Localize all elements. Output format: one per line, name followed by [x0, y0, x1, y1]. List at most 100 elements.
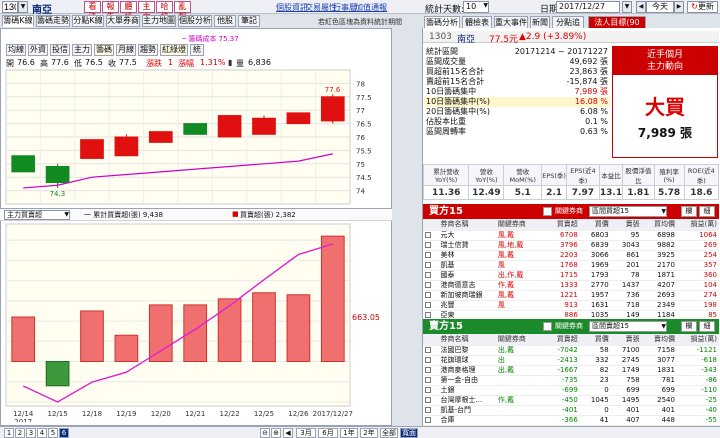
toggle-trend[interactable]: 趨勢: [138, 44, 158, 56]
table-row[interactable]: 瑞士信貸 風,地,戴 3796 6839 3043 9882 269: [423, 240, 719, 251]
broker-name[interactable]: 第一金-自由: [438, 375, 496, 386]
tab-force-map[interactable]: 主力地圖: [142, 15, 176, 27]
broker-name[interactable]: 港商德意志: [438, 280, 496, 291]
wide-view-button[interactable]: 寬面: [400, 428, 418, 438]
report-button[interactable]: 報告: [102, 1, 119, 21]
page-5-button[interactable]: 5: [48, 428, 58, 438]
rumor-button[interactable]: 亂報: [174, 1, 191, 21]
stock-info-link[interactable]: 個股資訊: [276, 2, 308, 13]
symbol-input[interactable]: [2, 1, 18, 13]
symbol-dropdown-button[interactable]: ▼: [18, 1, 28, 13]
toggle-trust[interactable]: 投信: [50, 44, 70, 56]
table-row[interactable]: 第一金-自由 -735 23 758 781 -86: [423, 375, 719, 386]
checkbox[interactable]: [543, 207, 552, 216]
zoom-in-icon[interactable]: ⊕: [271, 428, 281, 438]
checkbox[interactable]: [543, 322, 552, 331]
detail-button[interactable]: 細: [699, 321, 715, 332]
row-checkbox[interactable]: [423, 290, 439, 301]
view-button[interactable]: 看法: [84, 1, 101, 21]
tab-notes[interactable]: 筆記: [238, 15, 260, 27]
main-force-button[interactable]: 主力: [138, 1, 155, 21]
row-checkbox[interactable]: [423, 415, 439, 426]
row-checkbox[interactable]: [423, 280, 439, 291]
next-day-icon[interactable]: ▶: [674, 1, 684, 13]
scroll-left-icon[interactable]: ◀: [283, 428, 293, 438]
broker-name[interactable]: 國泰: [438, 270, 496, 281]
row-checkbox[interactable]: [423, 375, 439, 386]
tab-other-stock[interactable]: 他股: [214, 15, 236, 27]
table-row[interactable]: 花旗環球出 -2413 332 2745 3077 -618: [423, 355, 719, 366]
table-row[interactable]: 兆豐風 913 1631 718 2349 198: [423, 300, 719, 311]
broker-name[interactable]: 法國巴黎: [438, 345, 496, 356]
tab-big-broker[interactable]: 大單券商: [106, 15, 140, 27]
checkup-button[interactable]: 體檢: [120, 1, 137, 21]
table-row[interactable]: 法國巴黎 出,戴 -7042 58 7100 7158 -1121: [423, 345, 719, 356]
toggle-ma[interactable]: 均線: [6, 44, 26, 56]
toggle-traffic-light[interactable]: 紅綠燈: [160, 44, 188, 56]
broker-name[interactable]: 兆豐: [438, 300, 496, 311]
broker-name[interactable]: 元大: [438, 230, 496, 241]
page-2-button[interactable]: 2: [15, 428, 25, 438]
table-row[interactable]: 土銀 -699 0 699 699 -110: [423, 385, 719, 396]
broker-name[interactable]: 台灣摩根士...: [438, 395, 496, 406]
toggle-foreign[interactable]: 外資: [28, 44, 48, 56]
row-checkbox[interactable]: [423, 230, 439, 241]
page-3-button[interactable]: 3: [26, 428, 36, 438]
calendar-link[interactable]: 行事曆: [333, 2, 357, 13]
broker-name[interactable]: 凱基: [438, 260, 496, 271]
toggle-stat[interactable]: 統: [190, 44, 204, 56]
row-checkbox[interactable]: [423, 385, 439, 396]
table-row[interactable]: 國泰 出,作,戴 1715 1793 78 1871 360: [423, 270, 719, 281]
row-checkbox[interactable]: [423, 270, 439, 281]
table-row[interactable]: 港商德意志 作,戴 1333 2770 1437 4207 104: [423, 280, 719, 291]
broker-name[interactable]: 花旗環球: [438, 355, 496, 366]
row-checkbox[interactable]: [423, 405, 439, 416]
premium-notice-link[interactable]: 加值通報: [355, 2, 387, 13]
range-all-button[interactable]: 全部: [380, 428, 398, 438]
broker-name[interactable]: 新加坡商瑞銀: [438, 290, 496, 301]
tab-chip-kline[interactable]: 籌碼K線: [2, 15, 34, 27]
toggle-main[interactable]: 主力: [72, 44, 92, 56]
page-4-button[interactable]: 4: [37, 428, 47, 438]
row-checkbox[interactable]: [423, 355, 439, 366]
toggle-month[interactable]: 月線: [116, 44, 136, 56]
range-2y-button[interactable]: 2年: [360, 428, 378, 438]
refresh-button[interactable]: ↻更新: [687, 1, 718, 13]
row-checkbox[interactable]: [423, 240, 439, 251]
indicator-select[interactable]: 主力買賣超 ▼: [4, 210, 70, 220]
page-1-button[interactable]: 1: [4, 428, 14, 438]
table-row[interactable]: 凱基-台門 -401 0 401 401 -40: [423, 405, 719, 416]
zoom-out-icon[interactable]: ⊖: [260, 428, 270, 438]
date-input[interactable]: 2017/12/27: [556, 1, 620, 13]
range-1y-button[interactable]: 1年: [340, 428, 358, 438]
table-row[interactable]: 港商麥格理 出,戴 -1667 82 1749 1831 -343: [423, 365, 719, 376]
today-button[interactable]: 今天: [646, 1, 674, 13]
page-6-button[interactable]: 6: [59, 428, 69, 438]
table-row[interactable]: 新加坡商瑞銀 風,戴 1221 1957 736 2693 274: [423, 290, 719, 301]
column-button[interactable]: 欄: [681, 206, 697, 217]
broker-name[interactable]: 瑞士信貸: [438, 240, 496, 251]
broker-name[interactable]: 凱基-台門: [438, 405, 496, 416]
column-button[interactable]: 欄: [681, 321, 697, 332]
stats-days-select[interactable]: 10 ▼: [463, 1, 489, 13]
table-row[interactable]: 凱基風 1768 1969 201 2170 357: [423, 260, 719, 271]
table-row[interactable]: 元大 風,戴 6708 6803 95 6898 1064: [423, 230, 719, 241]
range-6m-button[interactable]: 6月: [318, 428, 338, 438]
tab-branch-kline[interactable]: 分點K線: [72, 15, 104, 27]
tab-chip-trend[interactable]: 籌碼走勢: [36, 15, 70, 27]
broker-name[interactable]: 港商麥格理: [438, 365, 496, 376]
buy-filter-select[interactable]: 區間買超15 ▼: [589, 206, 667, 217]
prev-day-icon[interactable]: ◀: [636, 1, 646, 13]
detail-button[interactable]: 細: [699, 206, 715, 217]
tab-stock-analysis[interactable]: 個股分析: [178, 15, 212, 27]
table-row[interactable]: 台灣摩根士... 作,戴 -450 1045 1495 2540 -25: [423, 395, 719, 406]
table-row[interactable]: 合庫 -366 41 407 448 -55: [423, 415, 719, 426]
row-checkbox[interactable]: [423, 300, 439, 311]
row-checkbox[interactable]: [423, 260, 439, 271]
row-checkbox[interactable]: [423, 345, 439, 356]
sell-filter-select[interactable]: 區間賣超15 ▼: [589, 321, 667, 332]
chat-button[interactable]: 哈拉: [156, 1, 173, 21]
range-3m-button[interactable]: 3月: [296, 428, 316, 438]
row-checkbox[interactable]: [423, 250, 439, 261]
row-checkbox[interactable]: [423, 365, 439, 376]
